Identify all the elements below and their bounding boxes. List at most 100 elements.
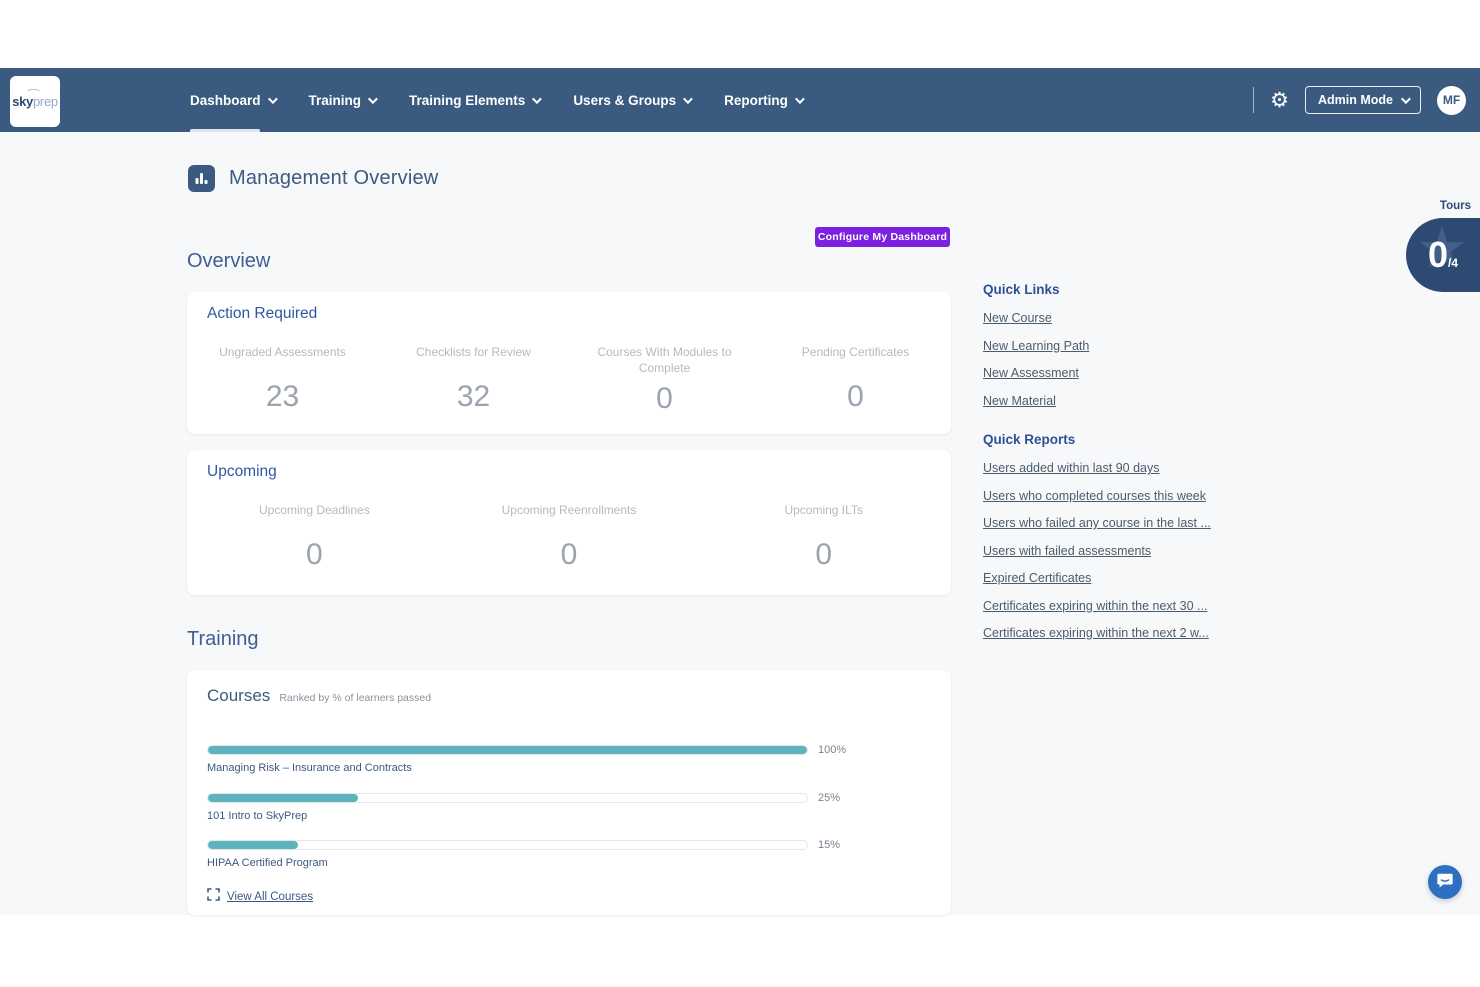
stat-value: 0	[561, 538, 578, 572]
courses-subtitle: Ranked by % of learners passed	[279, 692, 431, 704]
nav-dashboard[interactable]: Dashboard	[190, 68, 275, 132]
course-name-label: Managing Risk – Insurance and Contracts	[207, 762, 931, 774]
stat-value: 0	[847, 380, 864, 414]
stat-value: 23	[266, 380, 299, 414]
nav-training-elements[interactable]: Training Elements	[409, 68, 539, 132]
link-new-learning-path[interactable]: New Learning Path	[983, 339, 1213, 353]
chevron-down-icon	[532, 94, 542, 104]
configure-dashboard-button[interactable]: Configure My Dashboard	[815, 227, 950, 247]
skyprep-logo-text: ⌒ skyprep	[12, 94, 58, 109]
stat-label: Courses With Modules to Complete	[585, 344, 745, 376]
nav-divider	[1253, 87, 1254, 113]
page-title-row: Management Overview	[188, 165, 438, 192]
user-avatar[interactable]: MF	[1437, 86, 1466, 115]
progress-bar-track	[207, 745, 808, 755]
nav-dashboard-label: Dashboard	[190, 93, 261, 108]
stat-upcoming-reenrollments: Upcoming Reenrollments 0	[442, 502, 697, 572]
bar-chart-icon	[188, 165, 215, 192]
quick-reports-heading: Quick Reports	[983, 432, 1213, 447]
tours-badge[interactable]: ★ 0/4	[1406, 218, 1480, 292]
page-title: Management Overview	[229, 167, 438, 190]
link-new-course[interactable]: New Course	[983, 311, 1213, 325]
admin-mode-button[interactable]: Admin Mode	[1305, 86, 1421, 114]
nav-training[interactable]: Training	[309, 68, 376, 132]
admin-mode-label: Admin Mode	[1318, 93, 1393, 107]
action-required-stats: Ungraded Assessments 23 Checklists for R…	[187, 344, 951, 416]
course-bar-row: 25% 101 Intro to SkyPrep	[207, 793, 931, 822]
progress-percent-label: 15%	[818, 839, 840, 851]
main-nav: Dashboard Training Training Elements Use…	[190, 68, 802, 132]
stat-label: Pending Certificates	[802, 344, 909, 374]
report-users-added-90-days[interactable]: Users added within last 90 days	[983, 461, 1213, 475]
expand-icon	[207, 888, 220, 906]
training-heading: Training	[187, 628, 259, 651]
report-users-completed-this-week[interactable]: Users who completed courses this week	[983, 489, 1213, 503]
overview-heading: Overview	[187, 250, 270, 273]
stat-label: Ungraded Assessments	[219, 344, 346, 374]
chat-bubble-icon	[1436, 871, 1454, 894]
link-new-assessment[interactable]: New Assessment	[983, 366, 1213, 380]
progress-bar-fill	[208, 746, 807, 754]
courses-title: Courses	[207, 686, 270, 706]
progress-bar-fill	[208, 841, 298, 849]
report-users-failed-course[interactable]: Users who failed any course in the last …	[983, 516, 1213, 530]
course-bar-row: 15% HIPAA Certified Program	[207, 840, 931, 869]
stat-label: Upcoming Deadlines	[259, 502, 370, 532]
chevron-down-icon	[267, 94, 277, 104]
stat-courses-modules-complete: Courses With Modules to Complete 0	[569, 344, 760, 416]
report-expired-certificates[interactable]: Expired Certificates	[983, 571, 1213, 585]
chevron-down-icon	[683, 94, 693, 104]
quick-links-panel: Quick Links New Course New Learning Path…	[983, 282, 1213, 421]
view-all-courses[interactable]: View All Courses	[207, 888, 313, 906]
view-all-courses-link[interactable]: View All Courses	[227, 891, 313, 903]
page-content: Management Overview Configure My Dashboa…	[0, 132, 1480, 915]
nav-training-label: Training	[309, 93, 362, 108]
course-bar-row: 100% Managing Risk – Insurance and Contr…	[207, 745, 931, 774]
chevron-down-icon	[1401, 94, 1411, 104]
report-certificates-expiring-30[interactable]: Certificates expiring within the next 30…	[983, 599, 1213, 613]
stat-label: Upcoming ILTs	[784, 502, 862, 532]
progress-percent-label: 100%	[818, 744, 846, 756]
upcoming-title: Upcoming	[207, 463, 277, 481]
nav-training-elements-label: Training Elements	[409, 93, 525, 108]
quick-links-heading: Quick Links	[983, 282, 1213, 297]
bird-icon: ⌒	[27, 87, 39, 100]
courses-card: Courses Ranked by % of learners passed 1…	[187, 670, 951, 915]
progress-bar-track	[207, 840, 808, 850]
stat-label: Checklists for Review	[416, 344, 531, 374]
courses-title-row: Courses Ranked by % of learners passed	[207, 686, 431, 706]
link-new-material[interactable]: New Material	[983, 394, 1213, 408]
report-certificates-expiring-2w[interactable]: Certificates expiring within the next 2 …	[983, 626, 1213, 640]
course-name-label: 101 Intro to SkyPrep	[207, 810, 931, 822]
stat-value: 0	[815, 538, 832, 572]
skyprep-logo[interactable]: ⌒ skyprep	[10, 76, 60, 127]
stat-ungraded-assessments: Ungraded Assessments 23	[187, 344, 378, 416]
stat-pending-certificates: Pending Certificates 0	[760, 344, 951, 416]
course-name-label: HIPAA Certified Program	[207, 857, 931, 869]
top-navbar: ⌒ skyprep Dashboard Training Training El…	[0, 68, 1480, 132]
action-required-title: Action Required	[207, 305, 317, 323]
tours-count-total: /4	[1448, 256, 1458, 270]
stat-checklists-for-review: Checklists for Review 32	[378, 344, 569, 416]
stat-value: 0	[656, 382, 673, 416]
report-users-failed-assessments[interactable]: Users with failed assessments	[983, 544, 1213, 558]
nav-reporting[interactable]: Reporting	[724, 68, 802, 132]
avatar-initials: MF	[1443, 93, 1460, 107]
tours-label: Tours	[1440, 200, 1471, 212]
tours-count: 0/4	[1428, 234, 1458, 276]
chevron-down-icon	[795, 94, 805, 104]
quick-reports-panel: Quick Reports Users added within last 90…	[983, 432, 1213, 654]
tours-count-number: 0	[1428, 234, 1448, 275]
nav-users-groups-label: Users & Groups	[573, 93, 676, 108]
chevron-down-icon	[368, 94, 378, 104]
stat-value: 0	[306, 538, 323, 572]
nav-users-groups[interactable]: Users & Groups	[573, 68, 690, 132]
stat-value: 32	[457, 380, 490, 414]
chat-launcher-button[interactable]	[1428, 865, 1462, 899]
stat-label: Upcoming Reenrollments	[502, 502, 637, 532]
stat-upcoming-deadlines: Upcoming Deadlines 0	[187, 502, 442, 572]
action-required-card: Action Required Ungraded Assessments 23 …	[187, 292, 951, 434]
upcoming-card: Upcoming Upcoming Deadlines 0 Upcoming R…	[187, 450, 951, 595]
gear-icon[interactable]: ⚙	[1270, 90, 1289, 111]
stat-upcoming-ilts: Upcoming ILTs 0	[696, 502, 951, 572]
